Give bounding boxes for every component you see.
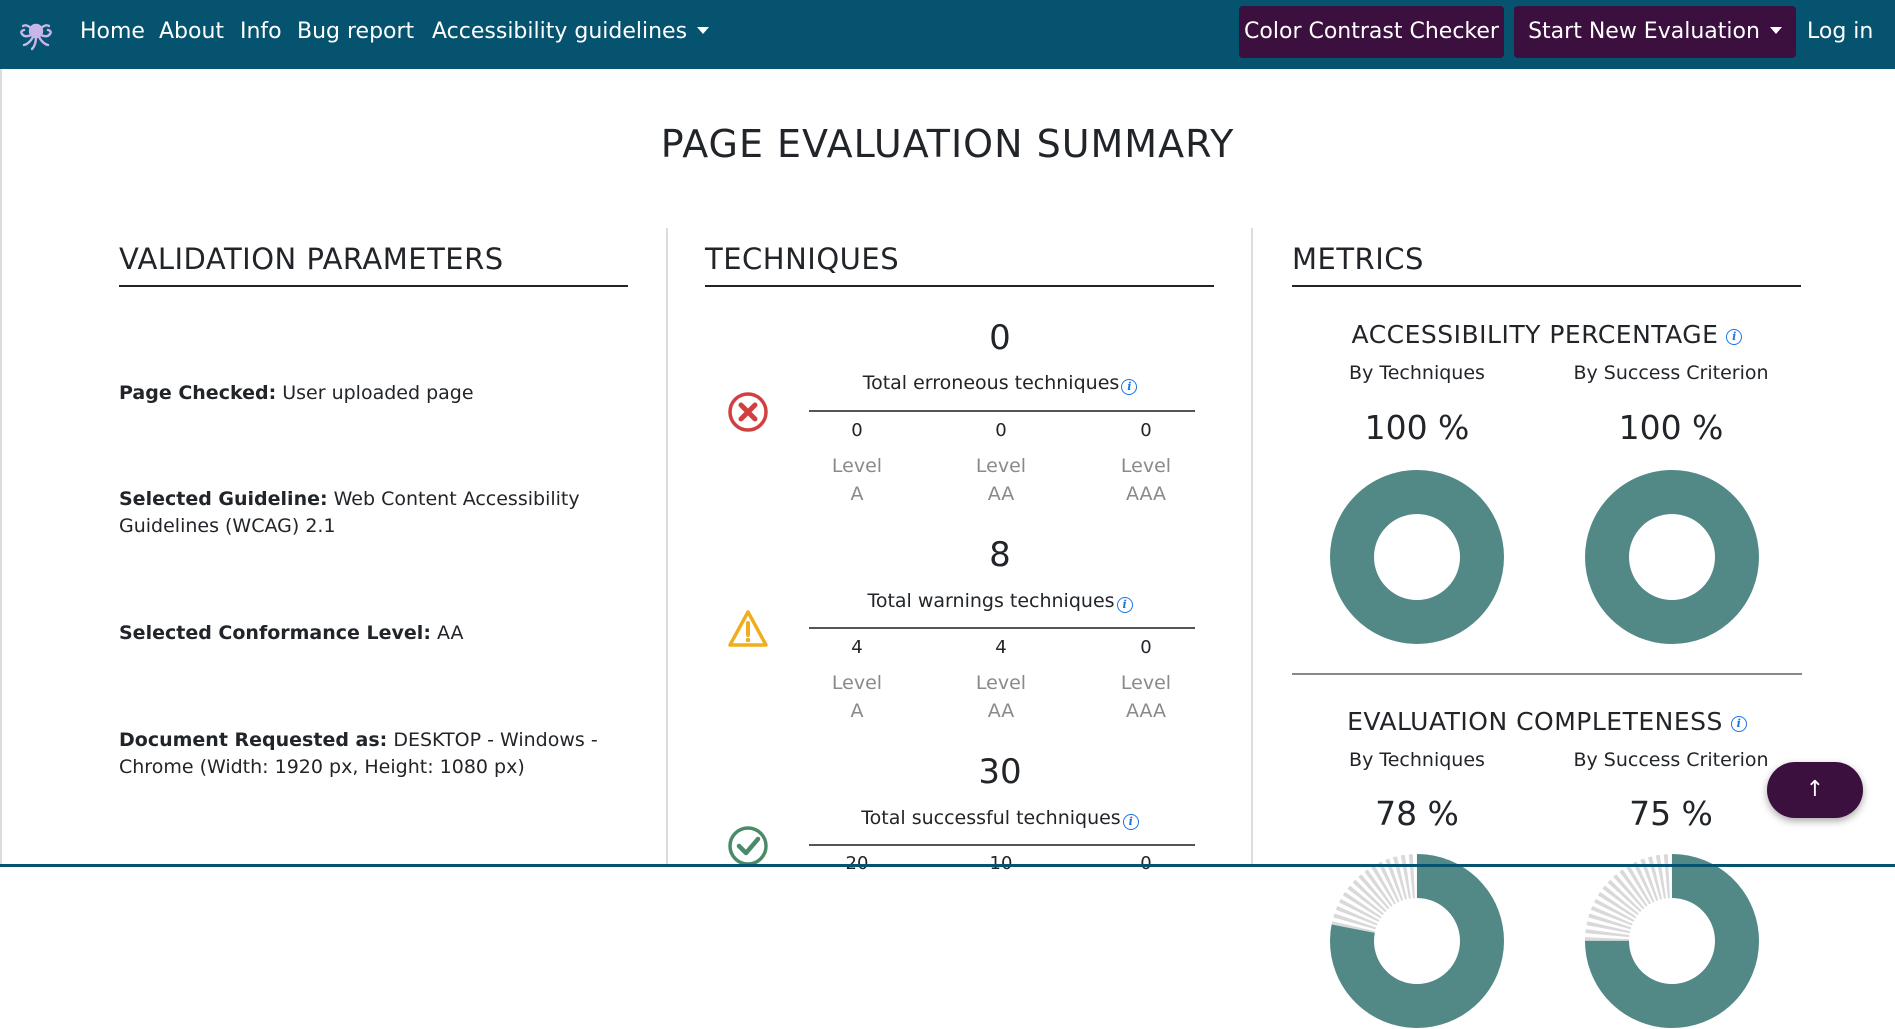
heading-rule — [705, 285, 1214, 287]
warning-icon — [728, 610, 768, 647]
nav-bug-report-link[interactable]: Bug report — [297, 19, 414, 44]
info-icon[interactable]: i — [1122, 814, 1139, 830]
level-aaa-label: Level AAA — [1096, 669, 1196, 725]
level-name: AAA — [1125, 700, 1167, 722]
login-link[interactable]: Log in — [1807, 19, 1873, 44]
param-label: Page Checked: — [119, 382, 277, 404]
success-icon — [728, 826, 768, 866]
level-name: AA — [987, 700, 1015, 722]
techniques-rule — [809, 410, 1195, 412]
by-success-criterion-label: By Success Criterion — [1573, 749, 1769, 771]
successful-total: 30 — [978, 752, 1022, 792]
by-success-criterion-label: By Success Criterion — [1573, 362, 1769, 384]
successful-label-text: Total successful techniques — [861, 807, 1121, 829]
erroneous-total: 0 — [989, 318, 1011, 358]
successful-label: Total successful techniques i — [810, 807, 1190, 830]
level-aaa-label: Level AAA — [1096, 452, 1196, 508]
nav-home-link[interactable]: Home — [80, 19, 145, 44]
level-word: Level — [831, 672, 883, 694]
level-name: AAA — [1125, 483, 1167, 505]
level-a-count: 0 — [851, 420, 863, 441]
by-techniques-label: By Techniques — [1349, 749, 1485, 771]
param-label: Document Requested as: — [119, 729, 388, 751]
param-page-checked: Page Checked: User uploaded page — [119, 380, 639, 407]
param-label: Selected Conformance Level: — [119, 622, 431, 644]
level-name: A — [850, 700, 864, 722]
evaluation-completeness-heading: EVALUATION COMPLETENESS i — [1292, 707, 1802, 736]
level-aaa-count: 0 — [1140, 637, 1152, 658]
level-name: AA — [987, 483, 1015, 505]
techniques-heading: TECHNIQUES — [705, 242, 900, 276]
level-word: Level — [1120, 455, 1172, 477]
param-value: User uploaded page — [282, 382, 474, 404]
completeness-heading-text: EVALUATION COMPLETENESS — [1347, 707, 1723, 736]
error-icon — [728, 392, 768, 432]
accessibility-criterion-donut — [1585, 470, 1759, 644]
start-evaluation-label: Start New Evaluation — [1528, 19, 1760, 44]
completeness-techniques-percent: 78 % — [1375, 794, 1459, 833]
param-label: Selected Guideline: — [119, 488, 328, 510]
level-word: Level — [975, 672, 1027, 694]
completeness-techniques-donut — [1330, 854, 1504, 1028]
accessibility-criterion-percent: 100 % — [1618, 408, 1724, 447]
level-word: Level — [831, 455, 883, 477]
octopus-logo-icon[interactable] — [17, 16, 55, 54]
accessibility-heading-text: ACCESSIBILITY PERCENTAGE — [1351, 320, 1719, 349]
param-document-requested: Document Requested as: DESKTOP - Windows… — [119, 727, 639, 781]
param-conformance-level: Selected Conformance Level: AA — [119, 620, 639, 647]
validation-parameters-heading: VALIDATION PARAMETERS — [119, 242, 504, 276]
donut-arc — [1330, 470, 1504, 644]
info-icon[interactable]: i — [1726, 329, 1743, 345]
scroll-to-top-button[interactable]: ↑ — [1767, 762, 1863, 818]
accessibility-techniques-percent: 100 % — [1364, 408, 1470, 447]
warnings-label: Total warnings techniques i — [810, 590, 1190, 613]
page-title: PAGE EVALUATION SUMMARY — [660, 122, 1235, 166]
info-icon[interactable]: i — [1121, 379, 1138, 395]
chevron-down-icon — [697, 27, 710, 34]
level-word: Level — [1120, 672, 1172, 694]
nav-info-link[interactable]: Info — [240, 19, 282, 44]
heading-rule — [1292, 285, 1801, 287]
column-divider — [666, 228, 668, 867]
level-word: Level — [975, 455, 1027, 477]
guidelines-dropdown-label: Accessibility guidelines — [432, 19, 688, 44]
level-aa-label: Level AA — [951, 452, 1051, 508]
accessibility-percentage-heading: ACCESSIBILITY PERCENTAGE i — [1292, 320, 1802, 349]
completeness-criterion-percent: 75 % — [1629, 794, 1713, 833]
level-aaa-count: 0 — [1140, 420, 1152, 441]
completeness-criterion-donut — [1585, 854, 1759, 1028]
metrics-divider — [1292, 673, 1802, 675]
metrics-heading: METRICS — [1292, 242, 1424, 276]
techniques-rule — [809, 627, 1195, 629]
warnings-label-text: Total warnings techniques — [867, 590, 1115, 612]
color-contrast-checker-button[interactable]: Color Contrast Checker — [1239, 6, 1504, 58]
erroneous-label: Total erroneous techniques i — [810, 372, 1190, 395]
warnings-total: 8 — [989, 535, 1011, 575]
nav-guidelines-dropdown[interactable]: Accessibility guidelines — [432, 19, 710, 44]
chevron-down-icon — [1769, 27, 1782, 34]
level-aa-count: 0 — [995, 420, 1007, 441]
info-icon[interactable]: i — [1116, 597, 1133, 613]
level-a-count: 4 — [851, 637, 863, 658]
techniques-rule — [809, 844, 1195, 846]
erroneous-label-text: Total erroneous techniques — [862, 372, 1120, 394]
level-a-label: Level A — [807, 452, 907, 508]
nav-about-link[interactable]: About — [159, 19, 224, 44]
donut-arc — [1585, 470, 1759, 644]
level-name: A — [850, 483, 864, 505]
level-aa-label: Level AA — [951, 669, 1051, 725]
accessibility-techniques-donut — [1330, 470, 1504, 644]
start-new-evaluation-button[interactable]: Start New Evaluation — [1514, 6, 1796, 58]
level-aa-count: 4 — [995, 637, 1007, 658]
arrow-up-icon: ↑ — [1805, 777, 1825, 802]
column-divider — [1251, 228, 1253, 867]
by-techniques-label: By Techniques — [1349, 362, 1485, 384]
param-value: AA — [436, 622, 464, 644]
param-selected-guideline: Selected Guideline: Web Content Accessib… — [119, 486, 639, 540]
info-icon[interactable]: i — [1730, 716, 1747, 732]
top-navbar: Home About Info Bug report Accessibility… — [0, 0, 1895, 69]
level-a-label: Level A — [807, 669, 907, 725]
heading-rule — [119, 285, 628, 287]
